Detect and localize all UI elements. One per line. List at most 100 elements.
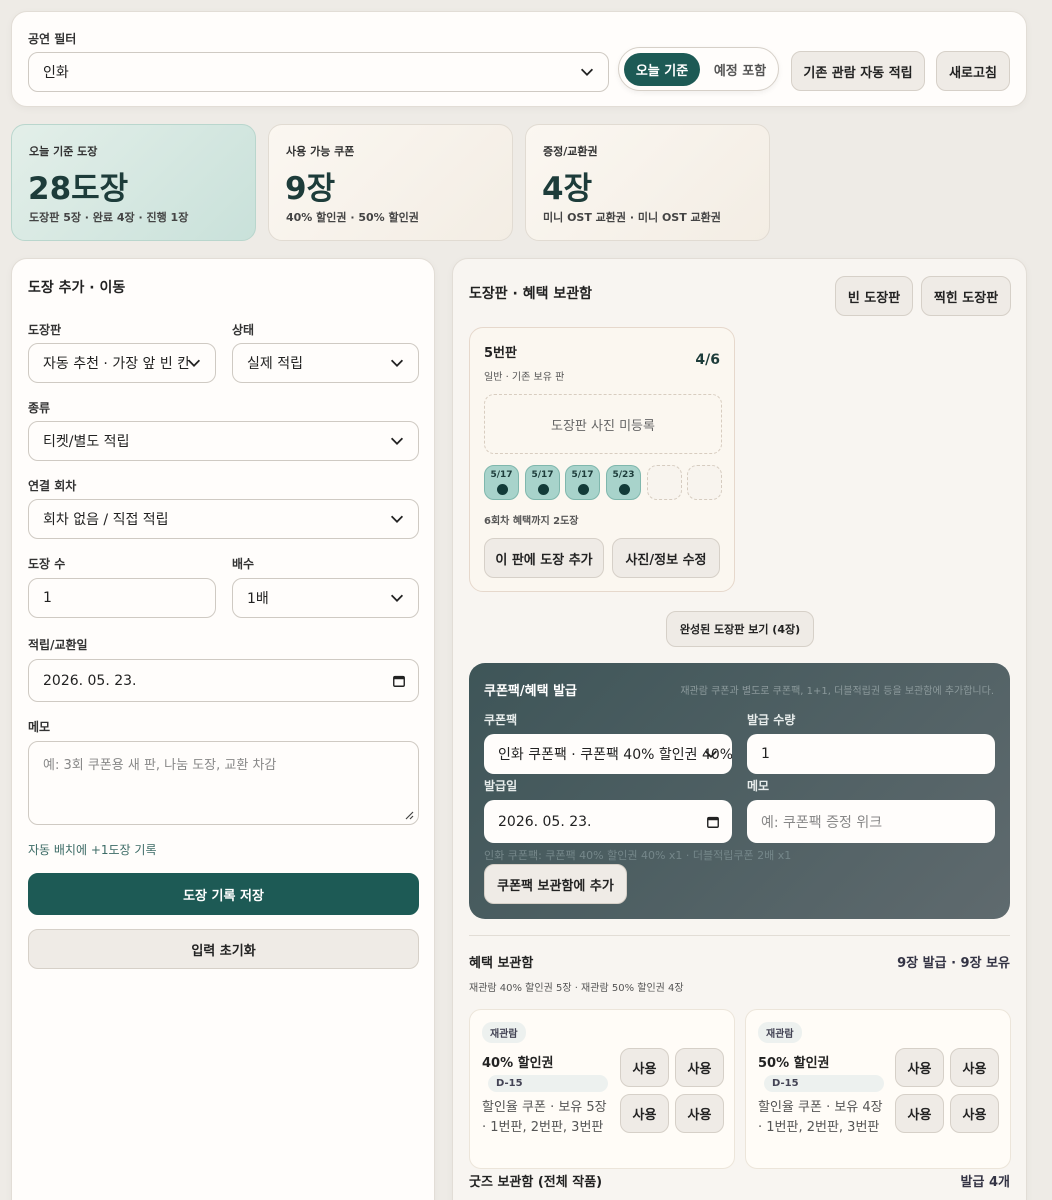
pack-label: 쿠폰팩 <box>484 713 518 727</box>
date-input[interactable]: 2026. 05. 23. <box>28 659 419 702</box>
kind-value: 티켓/별도 적립 <box>43 434 130 450</box>
seg-upcoming-button[interactable]: 예정 포함 <box>705 53 775 86</box>
stat-value: 4장 <box>542 171 593 207</box>
board-label: 도장판 <box>28 323 62 337</box>
chevron-down-icon <box>187 359 201 367</box>
coupon-name: 50% 할인권 <box>758 1056 830 1071</box>
stamp-date: 5/17 <box>531 470 554 480</box>
pack-memo-input[interactable]: 예: 쿠폰팩 증정 위크 <box>747 800 995 843</box>
memo-textarea[interactable]: 예: 3회 쿠폰용 새 판, 나눔 도장, 교환 차감 <box>28 741 419 825</box>
date-label: 적립/교환일 <box>28 638 88 652</box>
pack-date-label: 발급일 <box>484 779 518 793</box>
coupon-tag: 재관람 <box>758 1022 802 1043</box>
goods-title: 굿즈 보관함 (전체 작품) <box>469 1175 603 1190</box>
seg-today-button[interactable]: 오늘 기준 <box>624 53 700 86</box>
mult-value: 1배 <box>247 591 269 607</box>
pack-select[interactable]: 인화 쿠폰팩 · 쿠폰팩 40% 할인권 40% x1 · 더블적립쿠폰 2배 … <box>484 734 732 774</box>
use-coupon-button[interactable]: 사용 <box>950 1094 999 1133</box>
stamped-board-button[interactable]: 찍힌 도장판 <box>921 276 1011 316</box>
edit-board-button[interactable]: 사진/정보 수정 <box>612 538 720 578</box>
show-filter-select[interactable]: 인화 <box>28 52 609 92</box>
empty-board-button[interactable]: 빈 도장판 <box>835 276 913 316</box>
chevron-down-icon <box>704 750 718 758</box>
stat-title: 증정/교환권 <box>543 145 598 158</box>
board-photo-placeholder[interactable]: 도장판 사진 미등록 <box>484 394 722 454</box>
board-value: 자동 추천 · 가장 앞 빈 칸 <box>43 356 191 372</box>
pack-memo-placeholder: 예: 쿠폰팩 증정 위크 <box>761 814 883 831</box>
board-name: 5번판 <box>484 346 517 361</box>
stamp-slot: 5/17 <box>525 465 560 500</box>
date-value: 2026. 05. 23. <box>43 672 137 689</box>
stamp-slot: 5/23 <box>606 465 641 500</box>
use-coupon-button[interactable]: 사용 <box>675 1094 724 1133</box>
refresh-button[interactable]: 새로고침 <box>936 51 1010 91</box>
vault-title: 혜택 보관함 <box>469 956 534 971</box>
stamp-slot: 5/17 <box>484 465 519 500</box>
pack-date-input[interactable]: 2026. 05. 23. <box>484 800 732 843</box>
use-coupon-button[interactable]: 사용 <box>620 1094 669 1133</box>
chevron-down-icon <box>390 594 404 602</box>
stamp-date: 5/23 <box>612 470 635 480</box>
chevron-down-icon <box>390 359 404 367</box>
stamp-dot <box>578 484 589 495</box>
filter-label: 공연 필터 <box>28 32 77 46</box>
save-stamp-button[interactable]: 도장 기록 저장 <box>28 873 419 915</box>
stamp-dot <box>538 484 549 495</box>
calendar-icon[interactable] <box>392 674 406 688</box>
stamp-slot-empty <box>647 465 682 500</box>
stamp-date: 5/17 <box>571 470 594 480</box>
status-value: 실제 적립 <box>247 356 303 372</box>
stamp-slot-empty <box>687 465 722 500</box>
qty-input[interactable]: 1 <box>747 734 995 774</box>
coupon-dday: D-15 <box>488 1075 608 1092</box>
view-completed-boards-button[interactable]: 완성된 도장판 보기 (4장) <box>666 611 814 647</box>
count-label: 도장 수 <box>28 557 66 571</box>
auto-accrue-button[interactable]: 기존 관람 자동 적립 <box>791 51 925 91</box>
use-coupon-button[interactable]: 사용 <box>950 1048 999 1087</box>
mult-select[interactable]: 1배 <box>232 578 419 618</box>
use-coupon-button[interactable]: 사용 <box>895 1094 944 1133</box>
coupon-dday: D-15 <box>764 1075 884 1092</box>
calendar-icon[interactable] <box>706 815 720 829</box>
stamp-date: 5/17 <box>490 470 513 480</box>
vault-summary: 9장 발급 · 9장 보유 <box>897 956 1010 971</box>
board-select[interactable]: 자동 추천 · 가장 앞 빈 칸 <box>28 343 216 383</box>
reset-form-button[interactable]: 입력 초기화 <box>28 929 419 969</box>
stat-card-coupons: 사용 가능 쿠폰 9장 40% 할인권 · 50% 할인권 <box>268 124 513 241</box>
use-coupon-button[interactable]: 사용 <box>675 1048 724 1087</box>
stat-sub: 40% 할인권 · 50% 할인권 <box>286 211 419 224</box>
divider <box>469 935 1010 936</box>
count-value: 1 <box>43 590 52 606</box>
status-label: 상태 <box>232 323 255 337</box>
goods-summary: 발급 4개 <box>960 1175 1010 1190</box>
stat-title: 오늘 기준 도장 <box>29 145 98 158</box>
count-input[interactable]: 1 <box>28 578 216 618</box>
session-select[interactable]: 회차 없음 / 직접 적립 <box>28 499 419 539</box>
coupon-desc: 할인율 쿠폰 · 보유 4장 · 1번판, 2번판, 3번판 <box>758 1100 883 1135</box>
kind-select[interactable]: 티켓/별도 적립 <box>28 421 419 461</box>
chevron-down-icon <box>390 515 404 523</box>
stamp-form-card: 도장 추가 · 이동 도장판 자동 추천 · 가장 앞 빈 칸 상태 실제 적립… <box>11 258 435 1200</box>
coupon-desc: 할인율 쿠폰 · 보유 5장 · 1번판, 2번판, 3번판 <box>482 1100 607 1135</box>
use-coupon-button[interactable]: 사용 <box>895 1048 944 1087</box>
pack-title: 쿠폰팩/혜택 발급 <box>484 684 577 699</box>
add-stamp-to-board-button[interactable]: 이 판에 도장 추가 <box>484 538 604 578</box>
board-remain: 6회차 혜택까지 2도장 <box>484 516 579 527</box>
show-filter-value: 인화 <box>43 65 69 81</box>
resize-handle-icon[interactable] <box>404 810 414 820</box>
coupon-card: 재관람 50% 할인권 D-15 할인율 쿠폰 · 보유 4장 · 1번판, 2… <box>745 1009 1011 1169</box>
stat-sub: 도장판 5장 · 완료 4장 · 진행 1장 <box>29 211 189 224</box>
use-coupon-button[interactable]: 사용 <box>620 1048 669 1087</box>
pack-note: 인화 쿠폰팩: 쿠폰팩 40% 할인권 40% x1 · 더블적립쿠폰 2배 x… <box>484 849 792 862</box>
stamp-dot <box>497 484 508 495</box>
status-select[interactable]: 실제 적립 <box>232 343 419 383</box>
kind-label: 종류 <box>28 401 51 415</box>
stat-card-stamps: 오늘 기준 도장 28도장 도장판 5장 · 완료 4장 · 진행 1장 <box>11 124 256 241</box>
memo-label: 메모 <box>28 720 51 734</box>
memo-placeholder: 예: 3회 쿠폰용 새 판, 나눔 도장, 교환 차감 <box>43 758 277 773</box>
form-hint: 자동 배치에 +1도장 기록 <box>28 843 157 857</box>
add-pack-button[interactable]: 쿠폰팩 보관함에 추가 <box>484 864 627 904</box>
date-mode-toggle[interactable]: 오늘 기준 예정 포함 <box>618 47 779 91</box>
stamp-slot: 5/17 <box>565 465 600 500</box>
qty-label: 발급 수량 <box>747 713 796 727</box>
